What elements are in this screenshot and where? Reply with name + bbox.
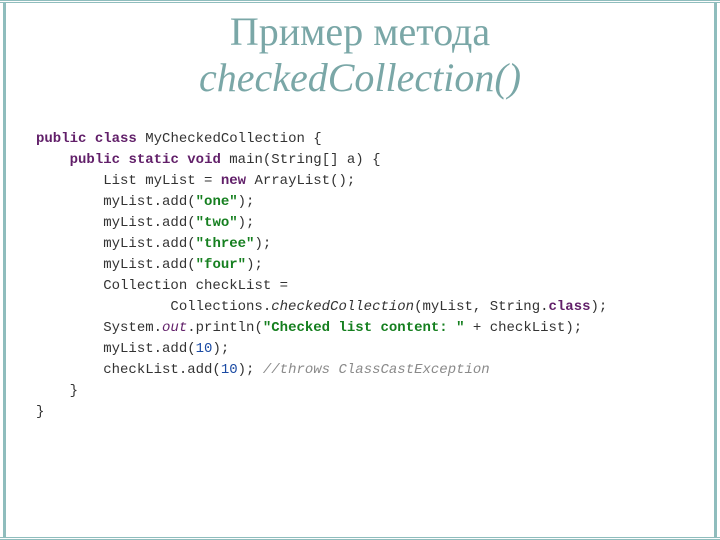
comment-exception: //throws ClassCastException	[263, 362, 490, 378]
close-paren: );	[246, 257, 263, 273]
string-four: "four"	[196, 257, 246, 273]
collections-call-b: (myList, String.	[414, 299, 548, 315]
keyword-public: public	[36, 131, 86, 147]
println-a: .println(	[187, 320, 263, 336]
keyword-void: void	[187, 152, 221, 168]
add-call: myList.add(	[103, 236, 195, 252]
class-name: MyCheckedCollection	[145, 131, 305, 147]
title-line-1: Пример метода	[0, 9, 720, 55]
method-checkedcollection: checkedCollection	[271, 299, 414, 315]
list-decl-a: List myList =	[103, 173, 221, 189]
field-out: out	[162, 320, 187, 336]
main-signature: main(String[] a) {	[229, 152, 380, 168]
slide-title: Пример метода checkedCollection()	[0, 9, 720, 101]
keyword-public: public	[70, 152, 120, 168]
title-line-2: checkedCollection()	[0, 55, 720, 101]
keyword-new: new	[221, 173, 246, 189]
string-one: "one"	[196, 194, 238, 210]
collections-call-c: );	[591, 299, 608, 315]
keyword-class-ref: class	[549, 299, 591, 315]
addnum1-b: );	[212, 341, 229, 357]
collections-call-a: Collections.	[170, 299, 271, 315]
collection-decl: Collection checkList =	[103, 278, 288, 294]
close-paren: );	[238, 194, 255, 210]
number-10: 10	[196, 341, 213, 357]
string-two: "two"	[196, 215, 238, 231]
close-paren: );	[254, 236, 271, 252]
add-call: myList.add(	[103, 215, 195, 231]
addnum2-b: );	[238, 362, 263, 378]
brace-close: }	[70, 383, 78, 399]
addnum1-a: myList.add(	[103, 341, 195, 357]
number-10: 10	[221, 362, 238, 378]
system-a: System.	[103, 320, 162, 336]
slide: Пример метода checkedCollection() public…	[0, 0, 720, 540]
keyword-static: static	[128, 152, 178, 168]
string-three: "three"	[196, 236, 255, 252]
close-paren: );	[238, 215, 255, 231]
println-b: + checkList);	[465, 320, 583, 336]
addnum2-a: checkList.add(	[103, 362, 221, 378]
add-call: myList.add(	[103, 194, 195, 210]
add-call: myList.add(	[103, 257, 195, 273]
keyword-class: class	[95, 131, 137, 147]
string-checked: "Checked list content: "	[263, 320, 465, 336]
list-decl-b: ArrayList();	[246, 173, 355, 189]
code-block: public class MyCheckedCollection { publi…	[36, 129, 720, 423]
brace-close: }	[36, 404, 44, 420]
